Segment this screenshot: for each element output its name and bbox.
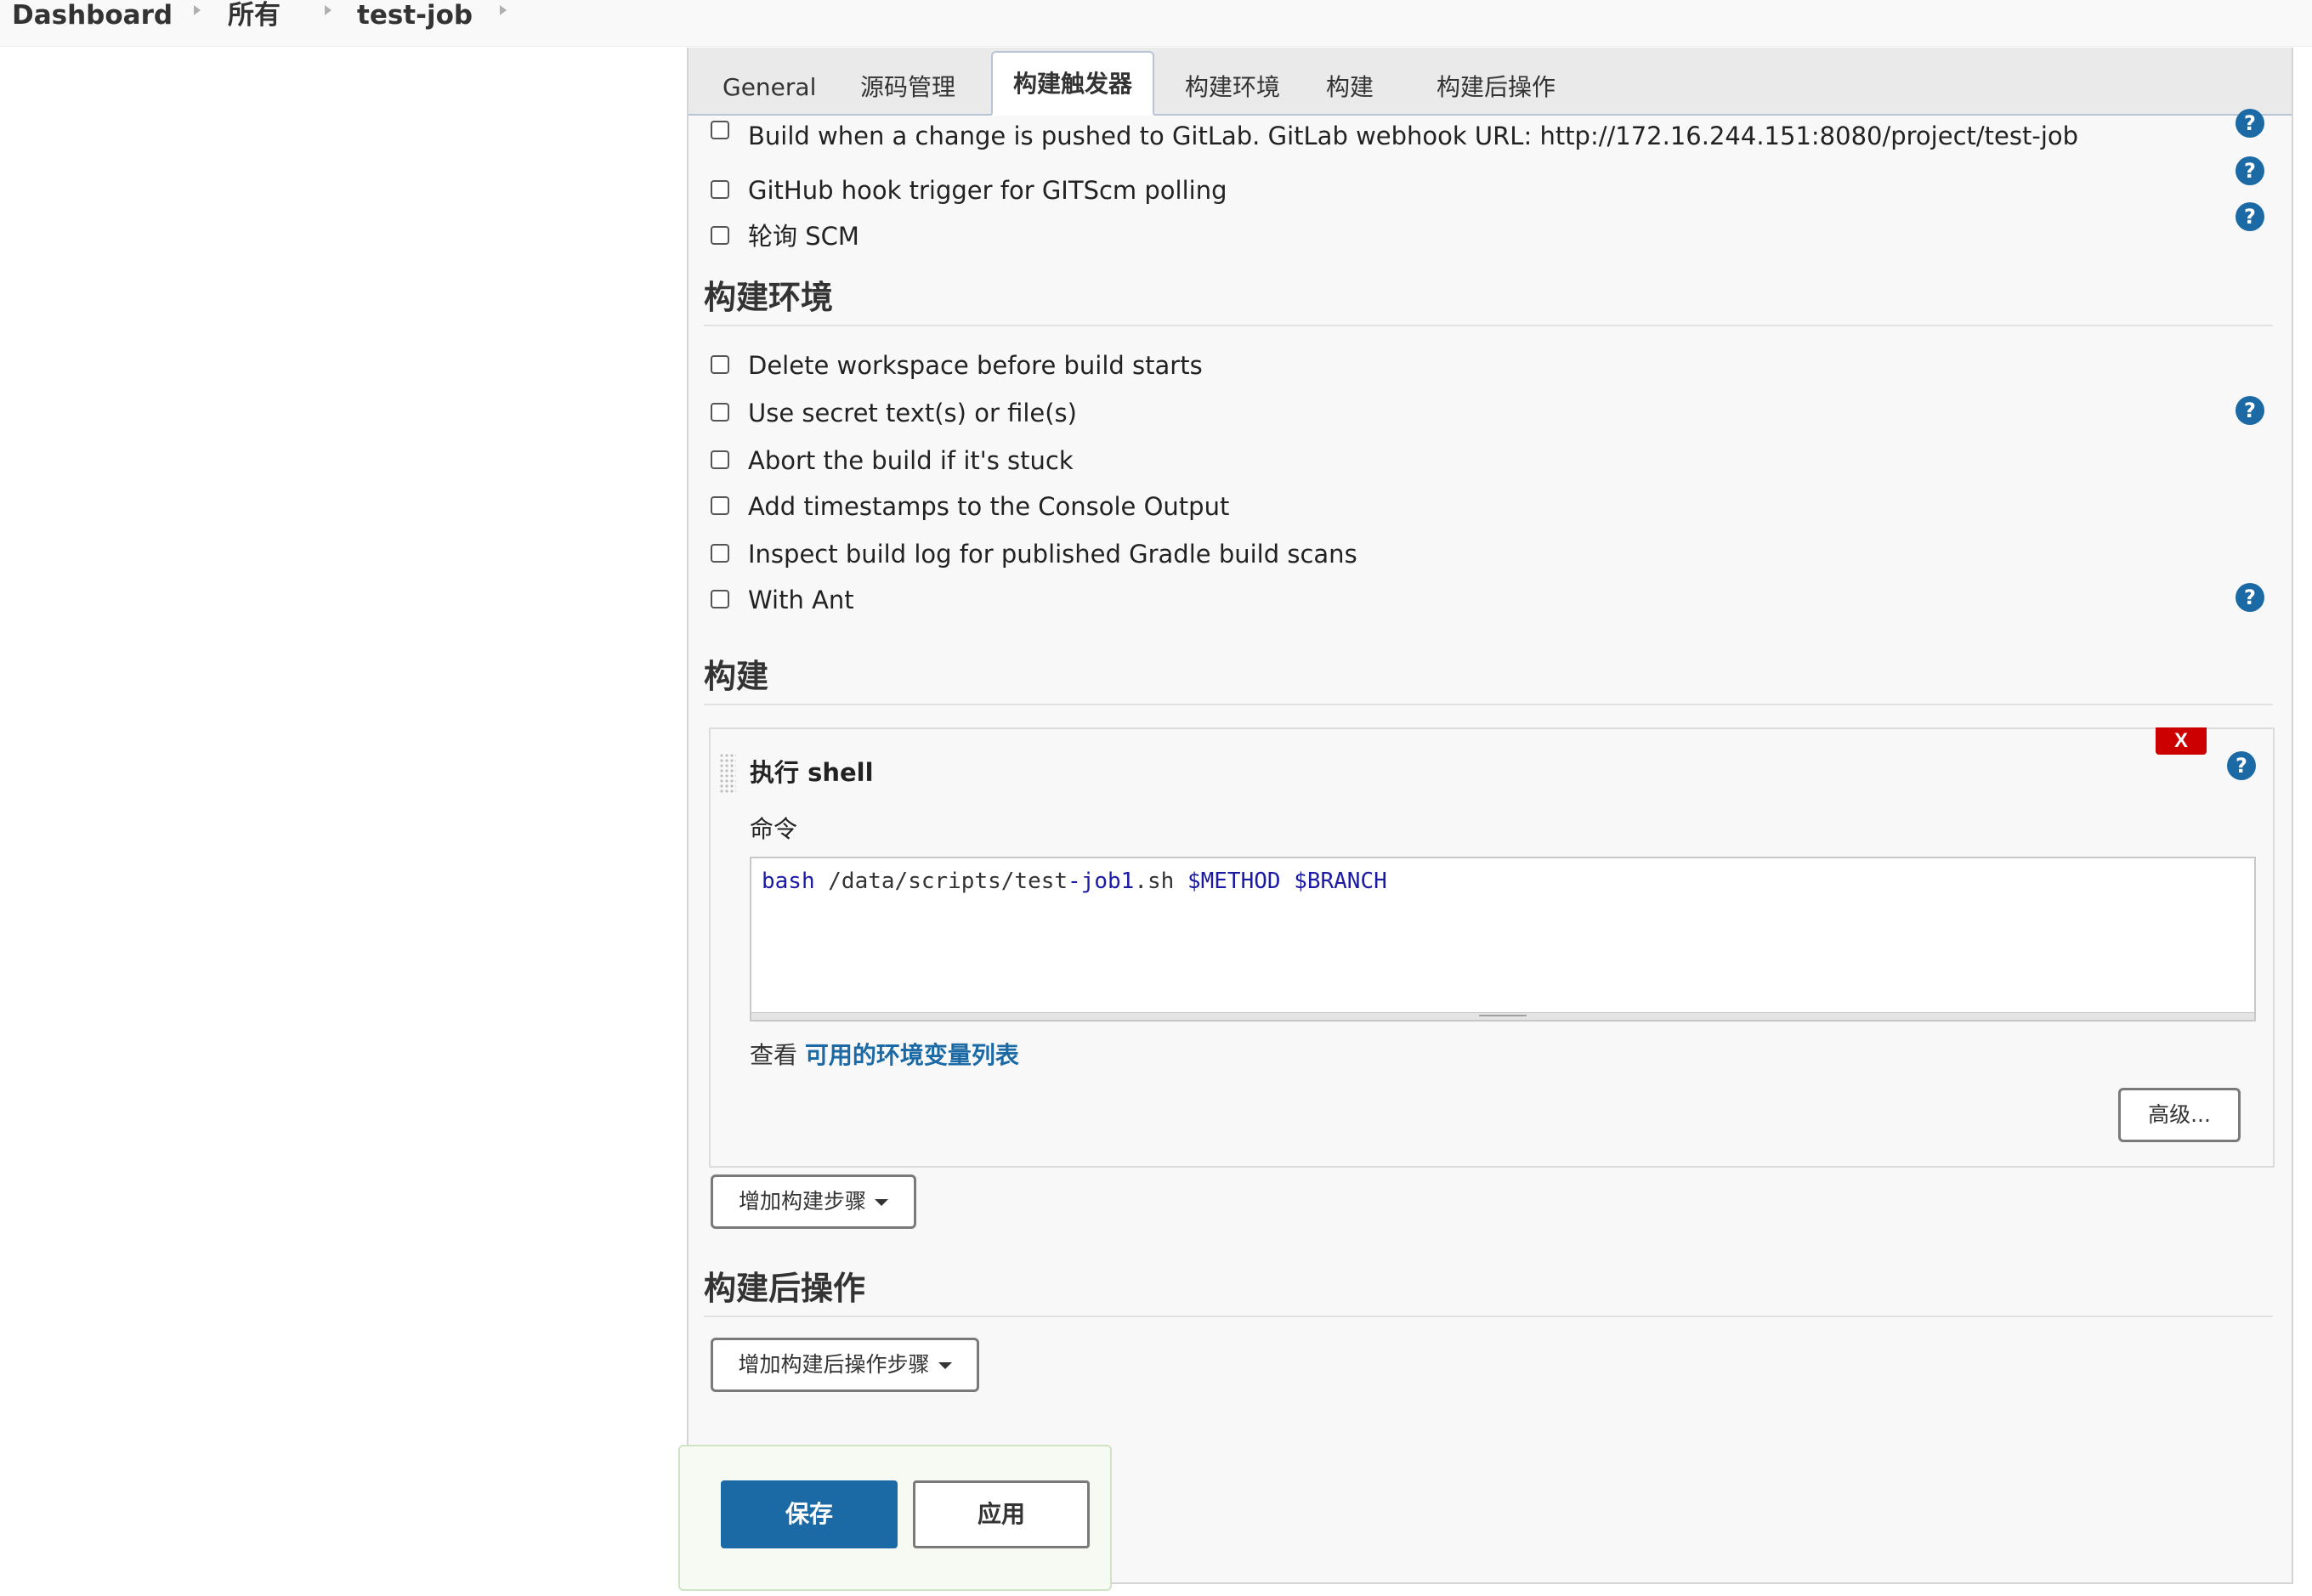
trigger-github-label: GitHub hook trigger for GITScm polling [748,176,1227,205]
trigger-poll-scm-checkbox[interactable] [711,226,729,245]
caret-down-icon [938,1362,952,1369]
env-with-ant-label: With Ant [748,586,854,614]
env-abort-stuck-label: Abort the build if it's stuck [748,446,1074,475]
cmd-var-method: $METHOD [1187,869,1281,894]
env-var-link-row: 查看 可用的环境变量列表 [750,1037,1019,1071]
env-var-prefix: 查看 [750,1041,805,1069]
textarea-resize-handle[interactable] [751,1012,2254,1020]
save-button[interactable]: 保存 [721,1480,898,1548]
form-action-bar: 保存 应用 [678,1445,1112,1591]
env-secret-text-checkbox[interactable] [711,403,729,422]
section-divider [704,1316,2273,1317]
breadcrumb: Dashboard 所有 test-job [0,0,2312,47]
add-post-build-step-label: 增加构建后操作步骤 [738,1352,930,1377]
tab-source-management[interactable]: 源码管理 [840,61,976,114]
env-gradle-scans-label: Inspect build log for published Gradle b… [748,540,1357,569]
section-title-build: 构建 [704,658,769,695]
help-icon[interactable]: ? [2236,109,2264,138]
command-textarea[interactable]: bash /data/scripts/test-job1.sh $METHOD … [750,857,2256,1022]
command-text: bash /data/scripts/test-job1.sh $METHOD … [762,867,1387,896]
env-timestamps-checkbox[interactable] [711,496,729,515]
env-delete-workspace-label: Delete workspace before build starts [748,351,1203,380]
trigger-github-checkbox[interactable] [711,180,729,199]
cmd-dash-token: -job1 [1068,869,1135,894]
tab-build-triggers[interactable]: 构建触发器 [991,51,1155,116]
tab-build-environment[interactable]: 构建环境 [1164,61,1300,114]
job-config-panel: General 源码管理 构建触发器 构建环境 构建 构建后操作 Build w… [687,48,2293,1584]
help-icon[interactable]: ? [2236,583,2264,612]
add-build-step-label: 增加构建步骤 [738,1189,866,1214]
config-tab-bar: General 源码管理 构建触发器 构建环境 构建 构建后操作 [688,48,2292,116]
breadcrumb-chevron-icon[interactable] [500,5,507,15]
cmd-var-branch: $BRANCH [1294,869,1387,894]
breadcrumb-all[interactable]: 所有 [228,0,280,32]
build-step-execute-shell: X ? 执行 shell 命令 bash /data/scripts/test-… [709,727,2275,1168]
env-timestamps-label: Add timestamps to the Console Output [748,492,1230,521]
env-secret-text-label: Use secret text(s) or file(s) [748,399,1077,427]
tab-post-build[interactable]: 构建后操作 [1416,61,1576,114]
help-icon[interactable]: ? [2227,751,2256,780]
help-icon[interactable]: ? [2236,396,2264,425]
cmd-path: /data/scripts/test [814,869,1068,894]
env-delete-workspace-checkbox[interactable] [711,355,729,374]
help-icon[interactable]: ? [2236,156,2264,185]
section-divider [704,325,2273,326]
resize-grip-icon [1479,1015,1527,1018]
cmd-path-end: .sh [1134,869,1187,894]
trigger-poll-scm-label: 轮询 SCM [748,222,859,251]
caret-down-icon [875,1199,888,1206]
cmd-space [1281,869,1295,894]
breadcrumb-chevron-icon[interactable] [325,5,332,15]
env-abort-stuck-checkbox[interactable] [711,450,729,469]
drag-handle-icon[interactable] [719,753,736,794]
section-divider [704,704,2273,705]
breadcrumb-chevron-icon[interactable] [194,5,201,15]
breadcrumb-dashboard[interactable]: Dashboard [12,0,173,32]
delete-step-button[interactable]: X [2156,727,2207,755]
add-post-build-step-button[interactable]: 增加构建后操作步骤 [711,1338,979,1392]
breadcrumb-test-job[interactable]: test-job [357,0,473,32]
tab-general[interactable]: General [702,61,836,114]
cmd-keyword: bash [762,869,815,894]
section-title-post-build: 构建后操作 [704,1270,866,1307]
command-label: 命令 [750,815,798,843]
add-build-step-button[interactable]: 增加构建步骤 [711,1174,916,1229]
section-title-build-environment: 构建环境 [704,279,834,316]
tab-build[interactable]: 构建 [1306,61,1394,114]
trigger-gitlab-label: Build when a change is pushed to GitLab.… [748,122,2079,150]
advanced-button[interactable]: 高级... [2118,1088,2241,1142]
env-gradle-scans-checkbox[interactable] [711,544,729,563]
help-icon[interactable]: ? [2236,202,2264,231]
apply-button[interactable]: 应用 [913,1480,1090,1548]
build-step-title: 执行 shell [750,758,874,787]
env-var-list-link[interactable]: 可用的环境变量列表 [805,1041,1019,1069]
env-with-ant-checkbox[interactable] [711,590,729,608]
trigger-gitlab-checkbox[interactable] [711,121,729,139]
